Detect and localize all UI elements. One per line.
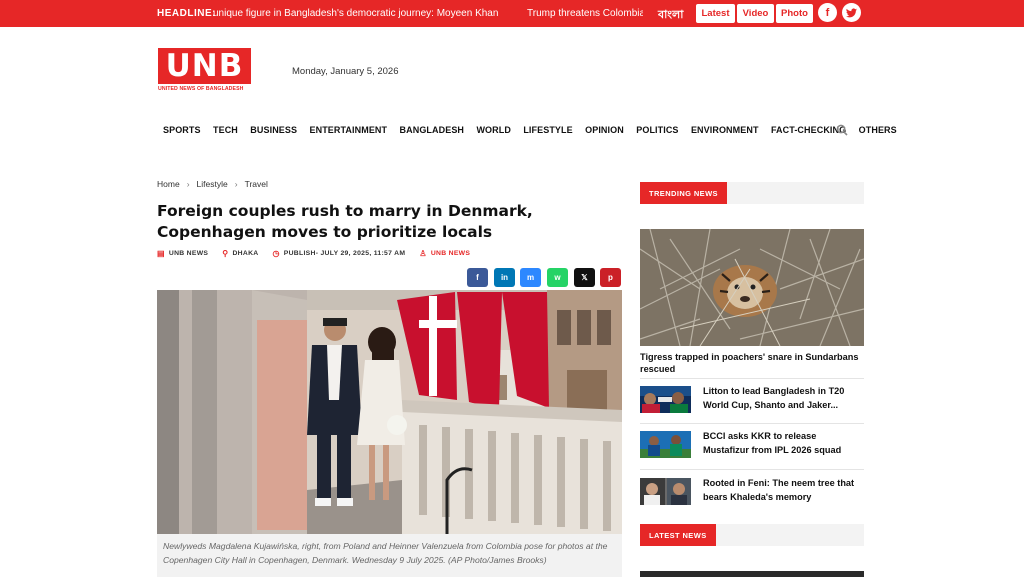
meta-published: PUBLISH- JULY 29, 2025, 11:57 AM xyxy=(283,250,406,257)
trending-item[interactable]: Rooted in Feni: The neem tree that bears… xyxy=(640,478,864,508)
breadcrumb: Home › Lifestyle › Travel xyxy=(157,179,268,189)
twitter-icon[interactable] xyxy=(842,3,861,22)
search-icon[interactable] xyxy=(836,124,848,136)
share-pinterest-button[interactable]: p xyxy=(600,268,621,287)
nav-item-entertainment[interactable]: ENTERTAINMENT xyxy=(310,125,388,135)
logo-tagline: UNITED NEWS OF BANGLADESH xyxy=(158,86,244,92)
trending-item[interactable]: BCCI asks KKR to release Mustafizur from… xyxy=(640,431,864,461)
article-headline: Foreign couples rush to marry in Denmark… xyxy=(157,202,533,241)
ticker-item[interactable]: Trump threatens Colombia, wo xyxy=(527,8,643,19)
latest-label: LATEST NEWS xyxy=(640,524,716,546)
meta-source: UNB NEWS xyxy=(168,250,209,257)
trending-thumbnail[interactable] xyxy=(640,431,691,458)
trending-thumbnail[interactable] xyxy=(640,386,691,413)
chevron-right-icon: › xyxy=(234,179,238,189)
nav-item-world[interactable]: WORLD xyxy=(476,125,511,135)
nav-item-bangladesh[interactable]: BANGLADESH xyxy=(400,125,465,135)
breadcrumb-home[interactable]: Home xyxy=(157,179,180,189)
latest-header: LATEST NEWS xyxy=(640,524,864,546)
main-nav: SPORTS TECH BUSINESS ENTERTAINMENT BANGL… xyxy=(163,125,909,135)
nav-item-others[interactable]: OTHERS xyxy=(859,125,897,135)
breadcrumb-lifestyle[interactable]: Lifestyle xyxy=(197,179,228,189)
nav-item-fact-checking[interactable]: FACT-CHECKING xyxy=(771,125,846,135)
bangla-language-link[interactable]: বাংলা xyxy=(658,6,683,25)
headline-ticker[interactable]: unique figure in Bangladesh's democratic… xyxy=(213,8,643,21)
share-facebook-button[interactable]: f xyxy=(467,268,488,287)
meta-location: DHAKA xyxy=(232,250,259,257)
chevron-right-icon: › xyxy=(186,179,190,189)
nav-item-politics[interactable]: POLITICS xyxy=(636,125,678,135)
share-linkedin-button[interactable]: in xyxy=(494,268,515,287)
share-whatsapp-button[interactable]: w xyxy=(547,268,568,287)
article-meta: ▤ UNB NEWS ⚲ DHAKA ◷ PUBLISH- JULY 29, 2… xyxy=(157,249,484,258)
top-bar: HEADLINE: unique figure in Bangladesh's … xyxy=(0,0,1024,27)
trending-item-title[interactable]: Rooted in Feni: The neem tree that bears… xyxy=(703,477,863,504)
photo-caption: Newlyweds Magdalena Kujawińska, right, f… xyxy=(157,534,622,577)
trending-header: TRENDING NEWS xyxy=(640,182,864,204)
nav-item-environment[interactable]: ENVIRONMENT xyxy=(691,125,759,135)
video-button[interactable]: Video xyxy=(737,4,774,23)
photo-button[interactable]: Photo xyxy=(776,4,813,23)
trending-item[interactable]: Litton to lead Bangladesh in T20 World C… xyxy=(640,386,864,416)
nav-item-business[interactable]: BUSINESS xyxy=(250,125,297,135)
trending-thumbnail[interactable] xyxy=(640,478,691,505)
latest-button[interactable]: Latest xyxy=(696,4,735,23)
ticker-item[interactable]: unique figure in Bangladesh's democratic… xyxy=(213,8,498,19)
share-messenger-button[interactable]: m xyxy=(520,268,541,287)
location-pin-icon: ⚲ xyxy=(222,249,229,258)
facebook-icon[interactable]: f xyxy=(818,3,837,22)
headline-label: HEADLINE: xyxy=(157,8,216,19)
nav-item-opinion[interactable]: OPINION xyxy=(585,125,624,135)
divider xyxy=(640,469,864,470)
nav-item-tech[interactable]: TECH xyxy=(213,125,238,135)
nav-item-sports[interactable]: SPORTS xyxy=(163,125,201,135)
trending-item-title[interactable]: Litton to lead Bangladesh in T20 World C… xyxy=(703,385,863,412)
share-x-button[interactable]: 𝕏 xyxy=(574,268,595,287)
logo-mark: UNB xyxy=(158,48,251,84)
meta-author[interactable]: UNB NEWS xyxy=(431,250,470,257)
current-date: Monday, January 5, 2026 xyxy=(292,66,399,77)
trending-main-title[interactable]: Tigress trapped in poachers' snare in Su… xyxy=(640,351,864,375)
clock-icon: ◷ xyxy=(272,249,280,258)
trending-main-photo[interactable] xyxy=(640,229,864,346)
trending-item-title[interactable]: BCCI asks KKR to release Mustafizur from… xyxy=(703,430,863,457)
nav-item-lifestyle[interactable]: LIFESTYLE xyxy=(523,125,572,135)
divider xyxy=(640,378,864,379)
article-photo xyxy=(157,290,622,534)
newspaper-icon: ▤ xyxy=(157,249,165,258)
trending-label: TRENDING NEWS xyxy=(640,182,727,204)
user-icon: ♙ xyxy=(419,249,427,258)
divider xyxy=(640,423,864,424)
breadcrumb-travel[interactable]: Travel xyxy=(245,179,268,189)
latest-thumbnail[interactable] xyxy=(640,571,864,577)
site-logo[interactable]: UNB UNITED NEWS OF BANGLADESH xyxy=(158,48,251,94)
